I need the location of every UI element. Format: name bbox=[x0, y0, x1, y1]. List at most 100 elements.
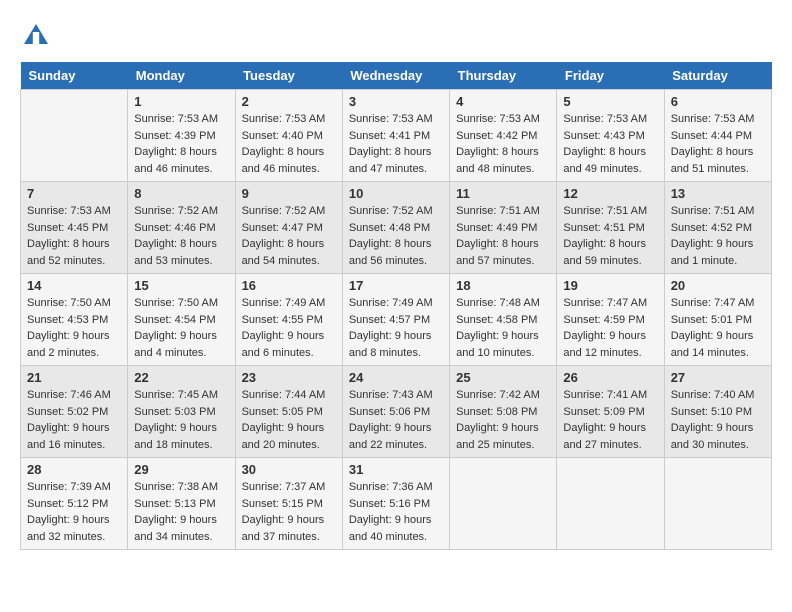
day-number: 29 bbox=[134, 462, 228, 477]
sunrise-text: Sunrise: 7:49 AM bbox=[242, 295, 336, 312]
day-number: 28 bbox=[27, 462, 121, 477]
day-info: Sunrise: 7:52 AMSunset: 4:47 PMDaylight:… bbox=[242, 203, 336, 269]
calendar-cell: 26 Sunrise: 7:41 AMSunset: 5:09 PMDayligh… bbox=[557, 366, 664, 458]
calendar-cell: 2Sunrise: 7:53 AMSunset: 4:40 PMDaylight… bbox=[235, 90, 342, 182]
sunset-text: Sunset: 5:05 PM bbox=[242, 404, 336, 421]
day-number: 17 bbox=[349, 278, 443, 293]
logo bbox=[20, 20, 56, 52]
day-info: Sunrise: 7:45 AMSunset: 5:03 PMDaylight:… bbox=[134, 387, 228, 453]
calendar-cell: 10 Sunrise: 7:52 AMSunset: 4:48 PMDayligh… bbox=[342, 182, 449, 274]
daylight-text: Daylight: 9 hours and 16 minutes. bbox=[27, 420, 121, 453]
calendar-cell bbox=[664, 458, 771, 550]
day-number: 16 bbox=[242, 278, 336, 293]
day-info: Sunrise: 7:50 AMSunset: 4:54 PMDaylight:… bbox=[134, 295, 228, 361]
sunset-text: Sunset: 4:39 PM bbox=[134, 128, 228, 145]
sunset-text: Sunset: 4:47 PM bbox=[242, 220, 336, 237]
day-number: 9 bbox=[242, 186, 336, 201]
day-number: 13 bbox=[671, 186, 765, 201]
sunset-text: Sunset: 4:53 PM bbox=[27, 312, 121, 329]
day-number: 20 bbox=[671, 278, 765, 293]
header-sunday: Sunday bbox=[21, 62, 128, 90]
sunset-text: Sunset: 5:16 PM bbox=[349, 496, 443, 513]
day-number: 23 bbox=[242, 370, 336, 385]
day-info: Sunrise: 7:39 AMSunset: 5:12 PMDaylight:… bbox=[27, 479, 121, 545]
calendar-cell: 29Sunrise: 7:38 AMSunset: 5:13 PMDayligh… bbox=[128, 458, 235, 550]
day-info: Sunrise: 7:53 AMSunset: 4:45 PMDaylight:… bbox=[27, 203, 121, 269]
day-number: 18 bbox=[456, 278, 550, 293]
daylight-text: Daylight: 9 hours and 14 minutes. bbox=[671, 328, 765, 361]
sunrise-text: Sunrise: 7:53 AM bbox=[349, 111, 443, 128]
sunset-text: Sunset: 4:43 PM bbox=[563, 128, 657, 145]
logo-icon bbox=[20, 20, 52, 52]
sunset-text: Sunset: 4:48 PM bbox=[349, 220, 443, 237]
day-number: 1 bbox=[134, 94, 228, 109]
sunrise-text: Sunrise: 7:53 AM bbox=[134, 111, 228, 128]
sunset-text: Sunset: 5:15 PM bbox=[242, 496, 336, 513]
sunset-text: Sunset: 4:42 PM bbox=[456, 128, 550, 145]
sunrise-text: Sunrise: 7:50 AM bbox=[134, 295, 228, 312]
calendar-cell: 30Sunrise: 7:37 AMSunset: 5:15 PMDayligh… bbox=[235, 458, 342, 550]
sunset-text: Sunset: 5:06 PM bbox=[349, 404, 443, 421]
daylight-text: Daylight: 8 hours and 49 minutes. bbox=[563, 144, 657, 177]
sunrise-text: Sunrise: 7:48 AM bbox=[456, 295, 550, 312]
day-info: Sunrise: 7:48 AMSunset: 4:58 PMDaylight:… bbox=[456, 295, 550, 361]
day-info: Sunrise: 7:52 AMSunset: 4:48 PMDaylight:… bbox=[349, 203, 443, 269]
daylight-text: Daylight: 9 hours and 18 minutes. bbox=[134, 420, 228, 453]
day-info: Sunrise: 7:53 AMSunset: 4:42 PMDaylight:… bbox=[456, 111, 550, 177]
day-info: Sunrise: 7:40 AMSunset: 5:10 PMDaylight:… bbox=[671, 387, 765, 453]
sunrise-text: Sunrise: 7:40 AM bbox=[671, 387, 765, 404]
day-info: Sunrise: 7:52 AMSunset: 4:46 PMDaylight:… bbox=[134, 203, 228, 269]
day-info: Sunrise: 7:44 AMSunset: 5:05 PMDaylight:… bbox=[242, 387, 336, 453]
daylight-text: Daylight: 9 hours and 1 minute. bbox=[671, 236, 765, 269]
day-number: 25 bbox=[456, 370, 550, 385]
day-number: 6 bbox=[671, 94, 765, 109]
day-info: Sunrise: 7:49 AMSunset: 4:55 PMDaylight:… bbox=[242, 295, 336, 361]
sunset-text: Sunset: 4:41 PM bbox=[349, 128, 443, 145]
calendar-cell: 8Sunrise: 7:52 AMSunset: 4:46 PMDaylight… bbox=[128, 182, 235, 274]
calendar-cell: 13 Sunrise: 7:51 AMSunset: 4:52 PMDayligh… bbox=[664, 182, 771, 274]
daylight-text: Daylight: 9 hours and 4 minutes. bbox=[134, 328, 228, 361]
day-number: 19 bbox=[563, 278, 657, 293]
daylight-text: Daylight: 8 hours and 48 minutes. bbox=[456, 144, 550, 177]
daylight-text: Daylight: 9 hours and 22 minutes. bbox=[349, 420, 443, 453]
day-info: Sunrise: 7:41 AMSunset: 5:09 PMDaylight:… bbox=[563, 387, 657, 453]
day-number: 4 bbox=[456, 94, 550, 109]
calendar-week-row: 14Sunrise: 7:50 AMSunset: 4:53 PMDayligh… bbox=[21, 274, 772, 366]
header-thursday: Thursday bbox=[450, 62, 557, 90]
sunrise-text: Sunrise: 7:53 AM bbox=[456, 111, 550, 128]
sunrise-text: Sunrise: 7:53 AM bbox=[671, 111, 765, 128]
calendar-cell: 17 Sunrise: 7:49 AMSunset: 4:57 PMDayligh… bbox=[342, 274, 449, 366]
calendar-week-row: 21Sunrise: 7:46 AMSunset: 5:02 PMDayligh… bbox=[21, 366, 772, 458]
header-saturday: Saturday bbox=[664, 62, 771, 90]
day-info: Sunrise: 7:50 AMSunset: 4:53 PMDaylight:… bbox=[27, 295, 121, 361]
day-number: 5 bbox=[563, 94, 657, 109]
sunrise-text: Sunrise: 7:38 AM bbox=[134, 479, 228, 496]
daylight-text: Daylight: 9 hours and 30 minutes. bbox=[671, 420, 765, 453]
day-number: 10 bbox=[349, 186, 443, 201]
sunrise-text: Sunrise: 7:46 AM bbox=[27, 387, 121, 404]
daylight-text: Daylight: 8 hours and 59 minutes. bbox=[563, 236, 657, 269]
sunset-text: Sunset: 4:49 PM bbox=[456, 220, 550, 237]
calendar-cell: 11Sunrise: 7:51 AMSunset: 4:49 PMDayligh… bbox=[450, 182, 557, 274]
sunset-text: Sunset: 5:01 PM bbox=[671, 312, 765, 329]
sunset-text: Sunset: 4:46 PM bbox=[134, 220, 228, 237]
day-info: Sunrise: 7:51 AMSunset: 4:52 PMDaylight:… bbox=[671, 203, 765, 269]
day-number: 26 bbox=[563, 370, 657, 385]
day-number: 14 bbox=[27, 278, 121, 293]
day-number: 30 bbox=[242, 462, 336, 477]
sunrise-text: Sunrise: 7:49 AM bbox=[349, 295, 443, 312]
day-info: Sunrise: 7:47 AMSunset: 5:01 PMDaylight:… bbox=[671, 295, 765, 361]
day-info: Sunrise: 7:47 AMSunset: 4:59 PMDaylight:… bbox=[563, 295, 657, 361]
sunrise-text: Sunrise: 7:53 AM bbox=[563, 111, 657, 128]
daylight-text: Daylight: 8 hours and 53 minutes. bbox=[134, 236, 228, 269]
daylight-text: Daylight: 9 hours and 37 minutes. bbox=[242, 512, 336, 545]
daylight-text: Daylight: 9 hours and 25 minutes. bbox=[456, 420, 550, 453]
day-info: Sunrise: 7:49 AMSunset: 4:57 PMDaylight:… bbox=[349, 295, 443, 361]
calendar-cell: 25Sunrise: 7:42 AMSunset: 5:08 PMDayligh… bbox=[450, 366, 557, 458]
sunset-text: Sunset: 4:52 PM bbox=[671, 220, 765, 237]
day-number: 31 bbox=[349, 462, 443, 477]
calendar-cell: 5 Sunrise: 7:53 AMSunset: 4:43 PMDaylight… bbox=[557, 90, 664, 182]
calendar-cell: 18 Sunrise: 7:48 AMSunset: 4:58 PMDayligh… bbox=[450, 274, 557, 366]
calendar-header-row: SundayMondayTuesdayWednesdayThursdayFrid… bbox=[21, 62, 772, 90]
day-number: 7 bbox=[27, 186, 121, 201]
